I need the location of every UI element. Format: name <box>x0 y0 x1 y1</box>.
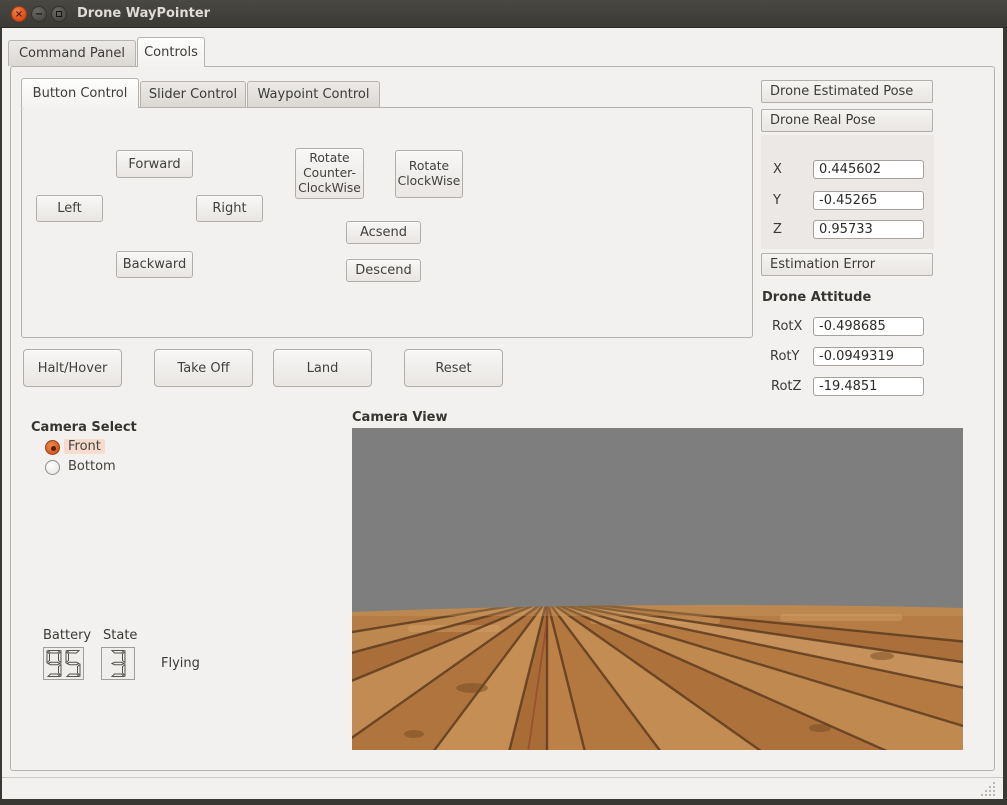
state-label: State <box>103 628 138 643</box>
right-button[interactable]: Right <box>196 195 263 222</box>
take-off-button[interactable]: Take Off <box>154 349 253 387</box>
tab-button-control[interactable]: Button Control <box>21 78 139 108</box>
app-window: × − Drone WayPointer Command Panel Contr… <box>0 0 1007 805</box>
rotx-field[interactable] <box>813 317 924 336</box>
roty-field[interactable] <box>813 347 924 366</box>
minimize-icon[interactable]: − <box>31 6 47 22</box>
bottom-radio[interactable] <box>45 460 60 475</box>
window-frame-bottom <box>0 799 1007 805</box>
tab-waypoint-control[interactable]: Waypoint Control <box>247 81 380 107</box>
resize-grip-icon[interactable] <box>980 781 997 796</box>
tab-slider-control[interactable]: Slider Control <box>140 81 246 107</box>
rotate-counter-clockwise-button[interactable]: Rotate Counter-ClockWise <box>295 148 364 199</box>
window-frame-left <box>0 28 2 805</box>
title-bar[interactable]: × − Drone WayPointer <box>0 0 1007 28</box>
pose-y-field[interactable] <box>813 191 924 210</box>
pose-x-label: X <box>773 162 782 177</box>
pose-z-label: Z <box>773 222 782 237</box>
bottom-radio-label[interactable]: Bottom <box>68 459 116 474</box>
status-bar <box>2 777 1003 799</box>
battery-lcd <box>43 647 84 680</box>
maximize-icon[interactable] <box>51 6 67 22</box>
ascend-button[interactable]: Acsend <box>346 221 421 244</box>
rotz-label: RotZ <box>771 379 802 394</box>
battery-label: Battery <box>43 628 92 643</box>
state-text: Flying <box>161 656 200 671</box>
backward-button[interactable]: Backward <box>116 251 193 278</box>
pose-z-field[interactable] <box>813 220 924 239</box>
drone-attitude-title: Drone Attitude <box>762 290 872 305</box>
drone-estimated-pose-header[interactable]: Drone Estimated Pose <box>761 80 933 103</box>
forward-button[interactable]: Forward <box>116 150 193 178</box>
camera-view-image <box>352 428 963 750</box>
state-lcd <box>101 647 135 680</box>
front-radio-label[interactable]: Front <box>64 439 105 454</box>
estimation-error-header[interactable]: Estimation Error <box>761 253 933 276</box>
tab-controls[interactable]: Controls <box>137 37 205 67</box>
camera-view-title: Camera View <box>352 410 448 425</box>
rotz-field[interactable] <box>813 377 924 396</box>
close-icon[interactable]: × <box>11 6 27 22</box>
window-title: Drone WayPointer <box>77 6 211 21</box>
roty-label: RotY <box>770 349 800 364</box>
pose-x-field[interactable] <box>813 160 924 179</box>
rotx-label: RotX <box>772 319 803 334</box>
window-frame-right <box>1003 28 1007 805</box>
pose-y-label: Y <box>773 193 781 208</box>
rotate-clockwise-button[interactable]: Rotate ClockWise <box>395 150 463 198</box>
reset-button[interactable]: Reset <box>404 349 503 387</box>
camera-select-title: Camera Select <box>31 420 137 435</box>
left-button[interactable]: Left <box>36 195 103 222</box>
halt-hover-button[interactable]: Halt/Hover <box>23 349 122 387</box>
tab-command-panel[interactable]: Command Panel <box>8 40 136 66</box>
front-radio[interactable] <box>45 440 60 455</box>
drone-real-pose-header[interactable]: Drone Real Pose <box>761 109 933 132</box>
land-button[interactable]: Land <box>273 349 372 387</box>
descend-button[interactable]: Descend <box>346 259 421 282</box>
